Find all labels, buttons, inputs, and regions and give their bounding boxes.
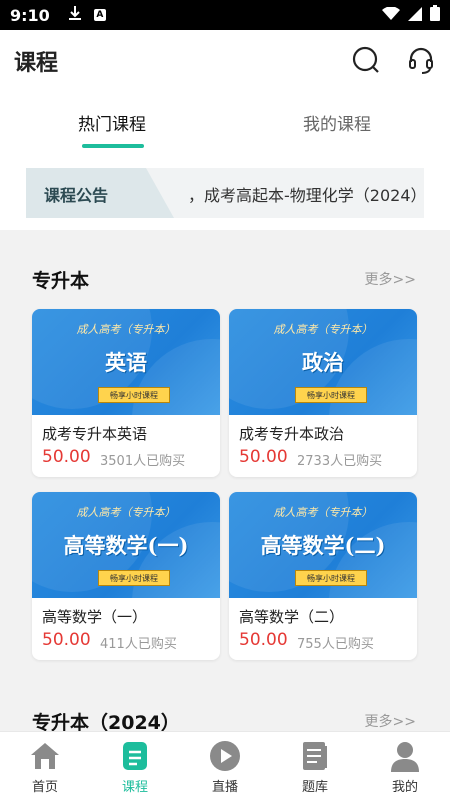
status-bar: 9:10 A <box>0 0 450 30</box>
nav-label: 题库 <box>301 780 328 795</box>
question-bank-icon <box>303 742 327 770</box>
status-time: 9:10 <box>10 5 50 25</box>
cover-subtitle: 成人高考（专升本） <box>76 323 176 336</box>
notice-badge-text: 课程公告 <box>44 186 109 205</box>
course-price: 50.00 <box>239 447 288 467</box>
course-tabs: 热门课程 我的课程 <box>0 92 450 154</box>
course-icon <box>123 742 147 770</box>
notice-text: ，成考高起本-物理化学（2024） <box>188 186 424 205</box>
battery-icon <box>430 5 440 25</box>
course-price: 50.00 <box>239 630 288 650</box>
bottom-nav: 首页 课程 直播 题库 我的 <box>0 731 450 800</box>
course-title: 高等数学（二） <box>239 608 345 626</box>
course-cover: 成人高考（专升本） 高等数学(二) 畅享小时课程 <box>229 492 417 598</box>
notification-a-icon: A <box>93 9 106 21</box>
nav-label: 首页 <box>31 780 58 795</box>
nav-question-bank[interactable]: 题库 <box>270 732 360 800</box>
search-icon[interactable] <box>350 44 382 76</box>
notice-banner[interactable]: 课程公告 ，成考高起本-物理化学（2024） <box>26 168 424 218</box>
cover-button: 畅享小时课程 <box>98 387 170 403</box>
course-cover: 成人高考（专升本） 高等数学(一) 畅享小时课程 <box>32 492 220 598</box>
course-sold-count: 2733人已购买 <box>297 454 383 469</box>
signal-icon <box>408 6 422 25</box>
course-title: 成考专升本政治 <box>239 425 345 443</box>
course-sold-count: 411人已购买 <box>100 637 177 652</box>
course-card[interactable]: 成人高考（专升本） 高等数学(一) 畅享小时课程 高等数学（一） 50.00 4… <box>32 492 220 660</box>
cover-title: 高等数学(二) <box>260 533 386 558</box>
more-link-2024[interactable]: 更多>> <box>365 711 416 731</box>
course-cover: 成人高考（专升本） 政治 畅享小时课程 <box>229 309 417 415</box>
course-price: 50.00 <box>42 447 91 467</box>
profile-icon <box>391 742 419 772</box>
cover-title: 英语 <box>105 350 147 375</box>
course-card[interactable]: 成人高考（专升本） 英语 畅享小时课程 成考专升本英语 50.00 3501人已… <box>32 309 220 477</box>
nav-course[interactable]: 课程 <box>90 732 180 800</box>
nav-label: 课程 <box>121 780 148 795</box>
section-title: 专升本 <box>32 270 90 292</box>
play-icon <box>210 741 240 771</box>
headset-icon[interactable] <box>405 44 437 76</box>
notice-badge-label: 课程公告 <box>44 182 108 206</box>
cover-title: 政治 <box>302 350 344 375</box>
section-zhuanshengben: 专升本 更多>> 成人高考（专升本） 英语 畅享小时课程 成考专升本英语 50.… <box>0 246 450 734</box>
course-sold-count: 755人已购买 <box>297 637 374 652</box>
course-title: 高等数学（一） <box>42 608 148 626</box>
cover-subtitle: 成人高考（专升本） <box>76 506 176 519</box>
course-sold-count: 3501人已购买 <box>100 454 186 469</box>
nav-label: 我的 <box>391 780 418 795</box>
course-card[interactable]: 成人高考（专升本） 高等数学(二) 畅享小时课程 高等数学（二） 50.00 7… <box>229 492 417 660</box>
cover-button: 畅享小时课程 <box>295 387 367 403</box>
course-price: 50.00 <box>42 630 91 650</box>
download-icon <box>68 5 82 25</box>
course-card[interactable]: 成人高考（专升本） 政治 畅享小时课程 成考专升本政治 50.00 2733人已… <box>229 309 417 477</box>
cover-button: 畅享小时课程 <box>98 570 170 586</box>
cover-subtitle: 成人高考（专升本） <box>273 506 373 519</box>
course-cover: 成人高考（专升本） 英语 畅享小时课程 <box>32 309 220 415</box>
cover-title: 高等数学(一) <box>63 533 189 558</box>
nav-live[interactable]: 直播 <box>180 732 270 800</box>
tab-indicator <box>82 144 144 148</box>
more-link[interactable]: 更多>> <box>365 269 416 289</box>
nav-label: 直播 <box>211 780 238 795</box>
home-icon <box>31 743 59 769</box>
nav-home[interactable]: 首页 <box>0 732 90 800</box>
page-title: 课程 <box>14 51 59 76</box>
notice-banner-wrap: 课程公告 ，成考高起本-物理化学（2024） <box>0 154 450 230</box>
course-title: 成考专升本英语 <box>42 425 148 443</box>
cover-button: 畅享小时课程 <box>295 570 367 586</box>
tab-my-courses[interactable]: 我的课程 <box>303 110 371 135</box>
cover-subtitle: 成人高考（专升本） <box>273 323 373 336</box>
nav-profile[interactable]: 我的 <box>360 732 450 800</box>
wifi-icon <box>382 5 400 25</box>
app-bar: 课程 <box>0 30 450 92</box>
tab-hot-courses[interactable]: 热门课程 <box>78 110 146 135</box>
